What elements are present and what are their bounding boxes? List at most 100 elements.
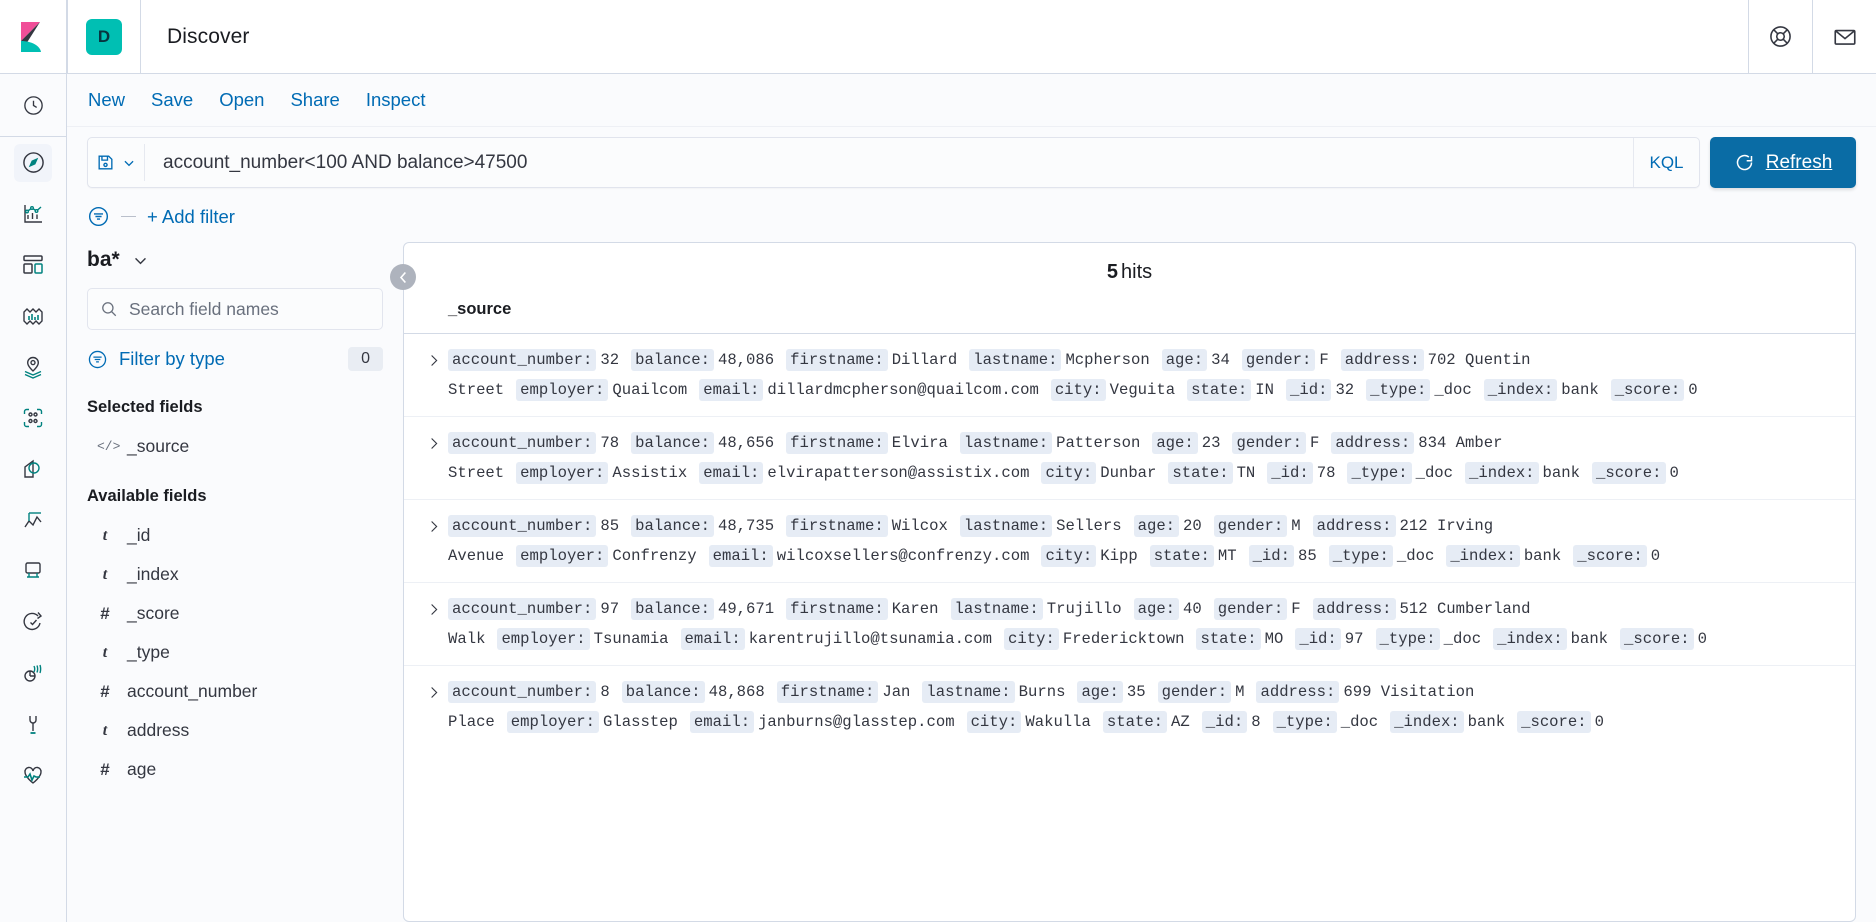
app-badge: D <box>86 18 122 55</box>
sidebar-item-visualize[interactable] <box>0 188 67 239</box>
inspect-button[interactable]: Inspect <box>366 89 426 111</box>
sidebar-item-recently-viewed[interactable] <box>0 74 67 136</box>
filter-options-button[interactable] <box>87 205 110 228</box>
field-value: 32 <box>600 351 620 369</box>
query-language-switcher[interactable]: KQL <box>1633 138 1699 187</box>
clock-icon <box>14 86 52 124</box>
add-filter-button[interactable]: + Add filter <box>147 206 235 228</box>
list-item[interactable]: </> _source <box>87 427 383 466</box>
field-name: _score <box>127 603 180 623</box>
help-button[interactable] <box>1749 0 1812 74</box>
app-badge-wrapper[interactable]: D <box>68 0 140 74</box>
field-value: TN <box>1236 464 1256 482</box>
kibana-logo-button[interactable] <box>0 0 66 74</box>
kibana-logo-icon <box>16 20 50 54</box>
field-value: bank <box>1561 381 1599 399</box>
field-key: account_number: <box>448 349 597 371</box>
source-type-icon: </> <box>97 439 121 454</box>
list-item[interactable]: # _score <box>87 594 383 633</box>
field-key: gender: <box>1232 432 1306 454</box>
expand-row-button[interactable] <box>418 594 448 617</box>
sidebar-item-uptime[interactable] <box>0 647 67 698</box>
list-item[interactable]: t _id <box>87 516 383 555</box>
field-value: dillardmcpherson@quailcom.com <box>767 381 1039 399</box>
document-source-cell: account_number: 78 balance: 48,656 firstname… <box>448 428 1839 488</box>
field-value: 85 <box>600 517 620 535</box>
map-pin-layers-icon <box>14 348 52 386</box>
column-header-source: _source <box>404 292 1855 334</box>
field-key: address: <box>1312 598 1396 620</box>
share-button[interactable]: Share <box>290 89 339 111</box>
search-icon <box>100 300 118 318</box>
field-key: firstname: <box>776 681 879 703</box>
open-button[interactable]: Open <box>219 89 264 111</box>
number-type-icon: # <box>100 681 110 701</box>
list-item[interactable]: t address <box>87 711 383 750</box>
sidebar-item-logs[interactable] <box>0 494 67 545</box>
sidebar-item-machine-learning[interactable] <box>0 392 67 443</box>
filter-by-type-row[interactable]: Filter by type 0 <box>87 330 383 377</box>
field-key: _index: <box>1446 545 1520 567</box>
expand-row-button[interactable] <box>418 677 448 700</box>
primary-navigation-rail <box>0 0 67 922</box>
sidebar-item-metrics[interactable] <box>0 545 67 596</box>
list-item[interactable]: t _type <box>87 633 383 672</box>
field-key: address: <box>1256 681 1340 703</box>
search-field-names-input[interactable] <box>129 298 370 320</box>
list-item[interactable]: # account_number <box>87 672 383 711</box>
expand-row-button[interactable] <box>418 345 448 368</box>
field-value: Wakulla <box>1025 713 1091 731</box>
table-row: account_number: 32 balance: 48,086 firstname… <box>404 334 1855 417</box>
save-disk-icon <box>96 153 115 172</box>
field-value: 0 <box>1697 630 1707 648</box>
sidebar-item-infrastructure[interactable] <box>0 443 67 494</box>
expand-row-button[interactable] <box>418 511 448 534</box>
available-fields-heading: Available fields <box>87 487 207 505</box>
field-key: email: <box>708 545 773 567</box>
document-source-cell: account_number: 97 balance: 49,671 firstname… <box>448 594 1839 654</box>
save-button[interactable]: Save <box>151 89 193 111</box>
sidebar-item-dashboard[interactable] <box>0 239 67 290</box>
field-value: IN <box>1255 381 1274 399</box>
filter-bar: + Add filter <box>67 193 1876 242</box>
field-key: _score: <box>1591 462 1666 484</box>
new-button[interactable]: New <box>88 89 125 111</box>
field-key: gender: <box>1157 681 1232 703</box>
field-name: _source <box>127 436 190 456</box>
list-item[interactable]: # age <box>87 750 383 789</box>
expand-row-button[interactable] <box>418 428 448 451</box>
field-key: gender: <box>1241 349 1316 371</box>
refresh-button[interactable]: Refresh <box>1710 137 1856 188</box>
sidebar-item-dev-tools[interactable] <box>0 698 67 749</box>
field-key: lastname: <box>959 432 1053 454</box>
list-item[interactable]: t _index <box>87 555 383 594</box>
table-row: account_number: 97 balance: 49,671 firstname… <box>404 583 1855 666</box>
field-list-sidebar: ba* Search field names Filter by type 0 … <box>67 242 416 922</box>
string-type-icon: t <box>102 643 108 661</box>
infrastructure-icon <box>14 450 52 488</box>
discover-body: ba* Search field names Filter by type 0 … <box>67 242 1876 922</box>
sidebar-item-canvas[interactable] <box>0 290 67 341</box>
field-value: MO <box>1264 630 1284 648</box>
sidebar-item-discover[interactable] <box>0 137 67 188</box>
newsfeed-button[interactable] <box>1813 0 1876 74</box>
sidebar-item-maps[interactable] <box>0 341 67 392</box>
field-value: Mcpherson <box>1065 351 1150 369</box>
logs-icon <box>14 501 52 539</box>
field-value: M <box>1291 517 1301 535</box>
field-value: 97 <box>1344 630 1364 648</box>
collapse-sidebar-button[interactable] <box>390 264 416 290</box>
page-title: Discover <box>167 24 250 48</box>
uptime-icon <box>14 654 52 692</box>
sidebar-item-apm[interactable] <box>0 596 67 647</box>
sidebar-item-monitoring[interactable] <box>0 749 67 800</box>
saved-query-menu-button[interactable] <box>88 153 144 172</box>
field-key: firstname: <box>786 432 888 454</box>
search-input[interactable] <box>145 151 1633 174</box>
field-value: Patterson <box>1056 434 1141 452</box>
index-pattern-selector[interactable]: ba* <box>87 242 383 288</box>
field-key: gender: <box>1213 598 1288 620</box>
field-value: 8 <box>600 683 610 701</box>
field-key: state: <box>1196 628 1261 650</box>
help-icon <box>1768 24 1793 49</box>
